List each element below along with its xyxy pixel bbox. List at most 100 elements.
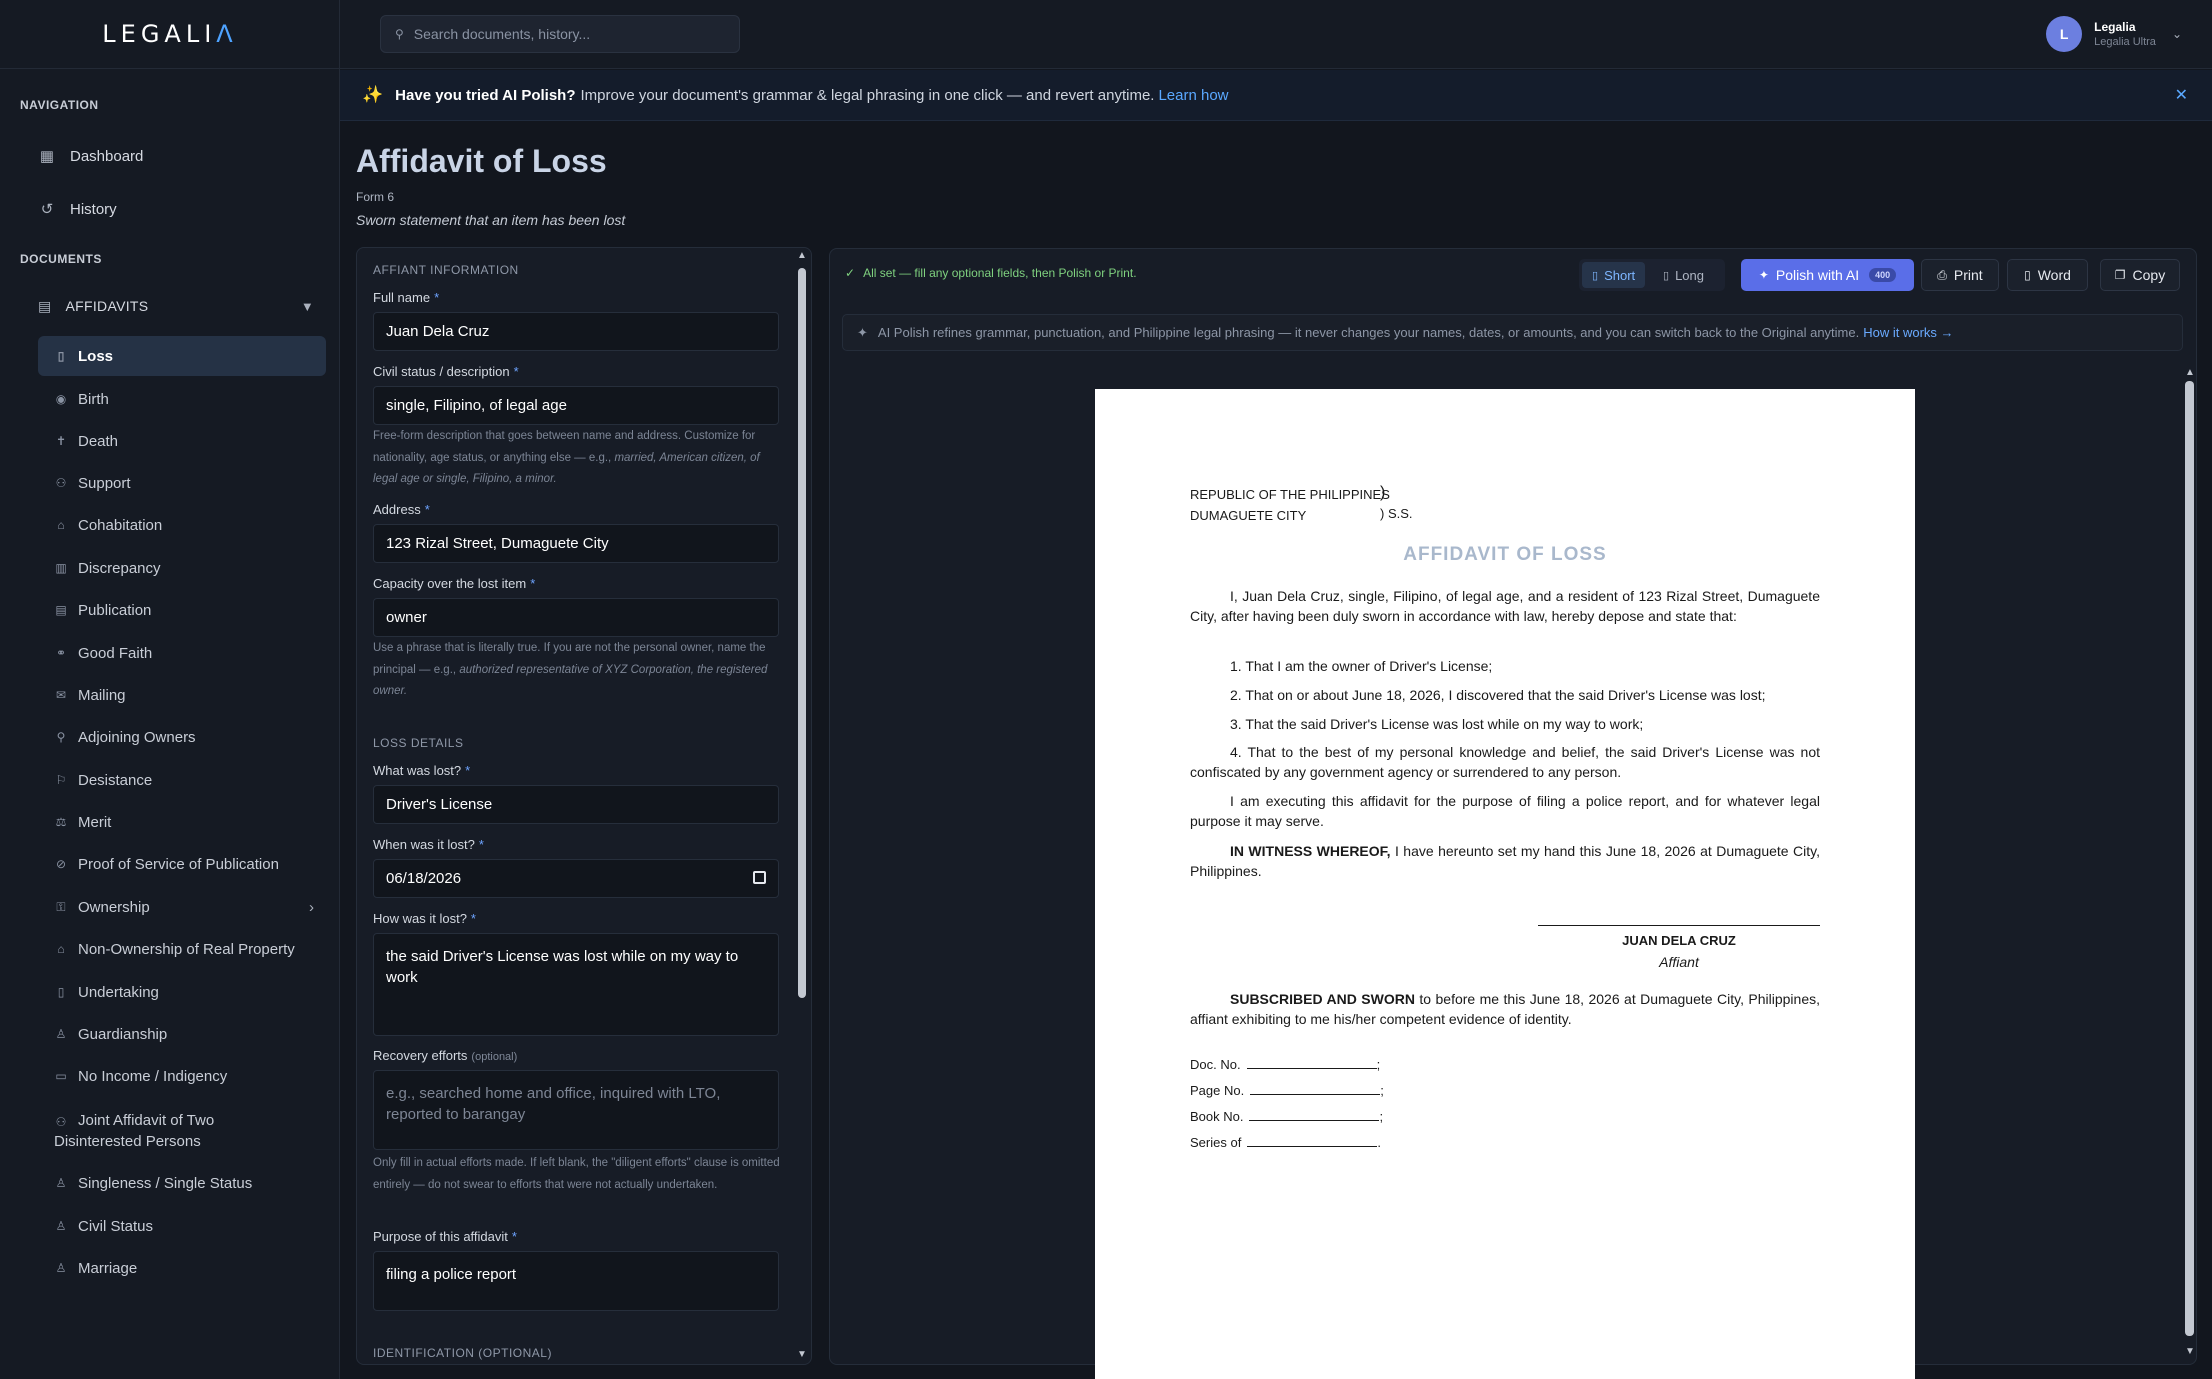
recovery-textarea[interactable]: e.g., searched home and office, inquired… <box>373 1070 779 1150</box>
caption-paren: ) <box>1380 484 1386 501</box>
user-menu[interactable]: L Legalia Legalia Ultra ⌄ <box>2046 16 2182 52</box>
form-scrollbar[interactable]: ▲ ▼ <box>795 250 809 1360</box>
address-label: Address * <box>373 502 430 517</box>
sidebar-item-history[interactable]: ↺ History <box>22 187 326 231</box>
sidebar-item-proof-of-service[interactable]: ⊘ Proof of Service of Publication <box>38 844 326 884</box>
sidebar-item-label: Adjoining Owners <box>78 728 196 746</box>
affiant-name: JUAN DELA CRUZ <box>1622 933 1736 948</box>
scroll-down-icon[interactable]: ▼ <box>2185 1346 2195 1357</box>
capacity-field[interactable]: owner <box>373 598 779 637</box>
sidebar-item-label: Non-Ownership of Real Property <box>78 940 295 958</box>
sidebar-item-undertaking[interactable]: ▯ Undertaking <box>38 972 326 1012</box>
sidebar: LEGALI Λ NAVIGATION ▦ Dashboard ↺ History D… <box>0 0 340 1379</box>
sidebar-item-publication[interactable]: ▤ Publication <box>38 590 326 630</box>
series-line: Series of. <box>1190 1135 1381 1150</box>
sidebar-item-civil-status[interactable]: ♙ Civil Status <box>38 1206 326 1246</box>
calendar-icon[interactable] <box>753 871 766 884</box>
sidebar-item-label: Birth <box>78 390 109 408</box>
caption-ss: ) S.S. <box>1380 506 1413 521</box>
search-input[interactable]: ⚲ Search documents, history... <box>380 15 740 53</box>
sidebar-item-merit[interactable]: ⚖ Merit <box>38 802 326 842</box>
sidebar-item-dashboard[interactable]: ▦ Dashboard <box>22 134 326 178</box>
blank-line <box>1250 1085 1381 1095</box>
section-affiant: AFFIANT INFORMATION <box>373 263 519 277</box>
sidebar-item-label: Support <box>78 474 131 492</box>
map-pin-icon: ⚲ <box>56 730 66 744</box>
chevron-down-icon: ⌄ <box>2171 27 2182 41</box>
section-loss: LOSS DETAILS <box>373 736 464 750</box>
label-text: What was lost? <box>373 763 462 778</box>
sidebar-item-ownership[interactable]: ⚿ Ownership › <box>38 887 326 927</box>
full-name-field[interactable]: Juan Dela Cruz <box>373 312 779 351</box>
sidebar-item-desistance[interactable]: ⚐ Desistance <box>38 760 326 800</box>
sidebar-item-cohabitation[interactable]: ⌂ Cohabitation <box>38 505 326 545</box>
guardian-icon: ♙ <box>55 1027 67 1041</box>
document-list-icon: ▤ <box>38 297 52 314</box>
doc-no-label: Doc. No. <box>1190 1057 1241 1072</box>
statement-2: 2. That on or about June 18, 2026, I dis… <box>1230 687 1766 703</box>
required-mark: * <box>530 576 536 591</box>
sidebar-group-affidavits[interactable]: ▤ AFFIDAVITS ▼ <box>22 286 326 326</box>
purpose-textarea[interactable]: filing a police report <box>373 1251 779 1311</box>
banner-title: Have you tried AI Polish? <box>395 86 576 104</box>
polish-with-ai-button[interactable]: ✦ Polish with AI 400 <box>1741 259 1914 291</box>
search-placeholder: Search documents, history... <box>413 26 591 42</box>
long-toggle-button[interactable]: ▯ Long <box>1653 262 1714 288</box>
sidebar-item-guardianship[interactable]: ♙ Guardianship <box>38 1014 326 1054</box>
print-button[interactable]: ⎙ Print <box>1921 259 1999 291</box>
scroll-thumb[interactable] <box>2185 381 2194 1336</box>
button-label: Print <box>1953 267 1983 283</box>
short-toggle-button[interactable]: ▯ Short <box>1582 262 1646 288</box>
sidebar-item-discrepancy[interactable]: ▥ Discrepancy <box>38 548 326 588</box>
sidebar-item-adjoining-owners[interactable]: ⚲ Adjoining Owners <box>38 717 326 757</box>
sidebar-item-label: Dashboard <box>70 147 144 165</box>
sidebar-item-singleness[interactable]: ♙ Singleness / Single Status <box>38 1163 326 1203</box>
when-lost-date-field[interactable]: 06/18/2026 <box>373 859 779 898</box>
sidebar-item-marriage[interactable]: ♙ Marriage <box>38 1248 326 1288</box>
chevron-right-icon: › <box>309 898 314 916</box>
key-icon: ⚿ <box>56 899 66 914</box>
sidebar-item-birth[interactable]: ◉ Birth <box>38 379 326 419</box>
sidebar-item-good-faith[interactable]: ⚭ Good Faith <box>38 633 326 673</box>
book-no-label: Book No. <box>1190 1109 1244 1124</box>
status-text: All set — fill any optional fields, then… <box>863 266 1137 280</box>
learn-how-link[interactable]: Learn how <box>1158 87 1228 104</box>
required-mark: * <box>465 763 471 778</box>
how-lost-textarea[interactable]: the said Driver's License was lost while… <box>373 933 779 1036</box>
sidebar-item-no-income[interactable]: ▭ No Income / Indigency <box>38 1056 326 1096</box>
preview-scrollbar[interactable]: ▲ ▼ <box>2183 367 2196 1357</box>
document-icon: ▯ <box>1592 269 1599 282</box>
scroll-up-icon[interactable]: ▲ <box>2185 367 2195 378</box>
sidebar-item-non-ownership[interactable]: ⌂ Non-Ownership of Real Property <box>38 929 326 969</box>
how-it-works-link[interactable]: How it works → <box>1863 325 1953 340</box>
document-title: AFFIDAVIT OF LOSS <box>1403 544 1607 565</box>
scroll-thumb[interactable] <box>798 268 806 998</box>
what-lost-field[interactable]: Driver's License <box>373 785 779 824</box>
capacity-hint: Use a phrase that is literally true. If … <box>373 638 783 703</box>
check-circle-icon: ✓ <box>845 266 856 280</box>
address-field[interactable]: 123 Rizal Street, Dumaguete City <box>373 524 779 563</box>
sidebar-item-label: Cohabitation <box>78 516 163 534</box>
scroll-down-icon[interactable]: ▼ <box>797 1349 807 1360</box>
sidebar-item-mailing[interactable]: ✉ Mailing <box>38 675 326 715</box>
sparkles-icon: ✨ <box>362 85 384 104</box>
scroll-up-icon[interactable]: ▲ <box>797 250 807 261</box>
civil-status-field[interactable]: single, Filipino, of legal age <box>373 386 779 425</box>
newspaper-icon: ▤ <box>55 603 67 617</box>
house-x-icon: ⌂ <box>57 942 65 956</box>
sidebar-item-label: Desistance <box>78 771 153 789</box>
credits-badge: 400 <box>1869 268 1897 282</box>
section-identification: IDENTIFICATION (OPTIONAL) <box>373 1346 552 1360</box>
sidebar-item-support[interactable]: ⚇ Support <box>38 463 326 503</box>
legalia-logo[interactable]: LEGALI Λ <box>0 0 340 69</box>
sidebar-item-death[interactable]: ✝ Death <box>38 421 326 461</box>
printer-icon: ⎙ <box>1937 267 1947 282</box>
word-doc-icon: ▯ <box>2024 268 2031 282</box>
sidebar-item-joint-affidavit[interactable]: ⚇ Joint Affidavit of Two Disinterested Pe… <box>38 1100 326 1160</box>
word-button[interactable]: ▯ Word <box>2007 259 2088 291</box>
copy-button[interactable]: ❐ Copy <box>2100 259 2180 291</box>
jurat-paragraph: SUBSCRIBED AND SWORN to before me this J… <box>1190 989 1820 1029</box>
civil-status-label: Civil status / description * <box>373 364 519 379</box>
close-icon[interactable]: ✕ <box>2175 85 2188 105</box>
sidebar-item-loss[interactable]: ▯ Loss <box>38 336 326 376</box>
